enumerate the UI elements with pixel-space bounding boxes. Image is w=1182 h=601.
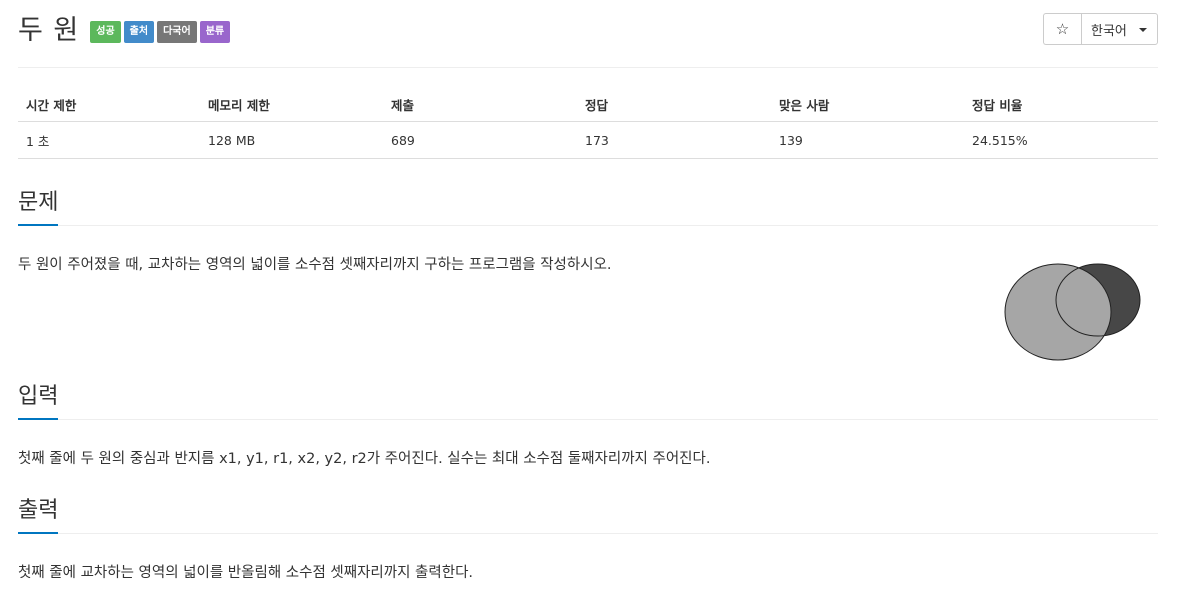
input-rule	[18, 419, 1158, 420]
table-row: 1 초 128 MB 689 173 139 24.515%	[18, 121, 1158, 159]
title-row: 두 원 성공 출처 다국어 분류	[18, 10, 231, 50]
input-heading: 입력	[18, 384, 59, 409]
output-heading: 출력	[18, 498, 59, 523]
problem-rule	[18, 225, 1158, 226]
header-actions: ☆ 한국어	[1043, 13, 1158, 45]
td-solved-users[interactable]: 139	[771, 121, 964, 159]
input-description: 첫째 줄에 두 원의 중심과 반지름 x1, y1, r1, x2, y2, r…	[18, 451, 711, 467]
problem-info-table: 시간 제한 메모리 제한 제출 정답 맞은 사람 정답 비율 1 초 128 M…	[18, 88, 1158, 159]
output-heading-underline	[18, 532, 58, 534]
problem-title: 두 원	[18, 14, 80, 46]
problem-heading-underline	[18, 224, 58, 226]
th-solved-users: 맞은 사람	[771, 88, 964, 122]
th-time-limit: 시간 제한	[18, 88, 200, 122]
favorite-button[interactable]: ☆	[1043, 13, 1081, 45]
td-submissions[interactable]: 689	[383, 121, 577, 159]
badge-category[interactable]: 분류	[199, 21, 231, 43]
problem-page: 두 원 성공 출처 다국어 분류 ☆ 한국어 시간 제한 메모리 제한 제출 정…	[0, 0, 1182, 601]
badge-success[interactable]: 성공	[90, 21, 121, 43]
th-accepted: 정답	[577, 88, 771, 122]
two-circles-diagram	[1004, 263, 1141, 361]
output-rule	[18, 533, 1158, 534]
table-header-row: 시간 제한 메모리 제한 제출 정답 맞은 사람 정답 비율	[18, 88, 1158, 122]
td-accept-ratio: 24.515%	[964, 121, 1158, 159]
star-icon: ☆	[1055, 20, 1070, 38]
problem-description: 두 원이 주어졌을 때, 교차하는 영역의 넓이를 소수점 셋째자리까지 구하는…	[18, 257, 612, 273]
th-memory-limit: 메모리 제한	[200, 88, 383, 122]
td-time-limit: 1 초	[18, 121, 200, 159]
problem-heading: 문제	[18, 190, 59, 215]
header-divider	[18, 67, 1158, 68]
input-heading-underline	[18, 418, 58, 420]
language-label: 한국어	[1091, 23, 1127, 39]
badge-source[interactable]: 출처	[123, 21, 155, 43]
language-dropdown[interactable]: 한국어	[1081, 13, 1158, 45]
badge-multilingual[interactable]: 다국어	[157, 21, 197, 43]
td-accepted[interactable]: 173	[577, 121, 771, 159]
output-description: 첫째 줄에 교차하는 영역의 넓이를 반올림해 소수점 셋째자리까지 출력한다.	[18, 565, 474, 581]
td-memory-limit: 128 MB	[200, 121, 383, 159]
th-submissions: 제출	[383, 88, 577, 122]
th-accept-ratio: 정답 비율	[964, 88, 1158, 122]
caret-down-icon	[1139, 28, 1147, 32]
